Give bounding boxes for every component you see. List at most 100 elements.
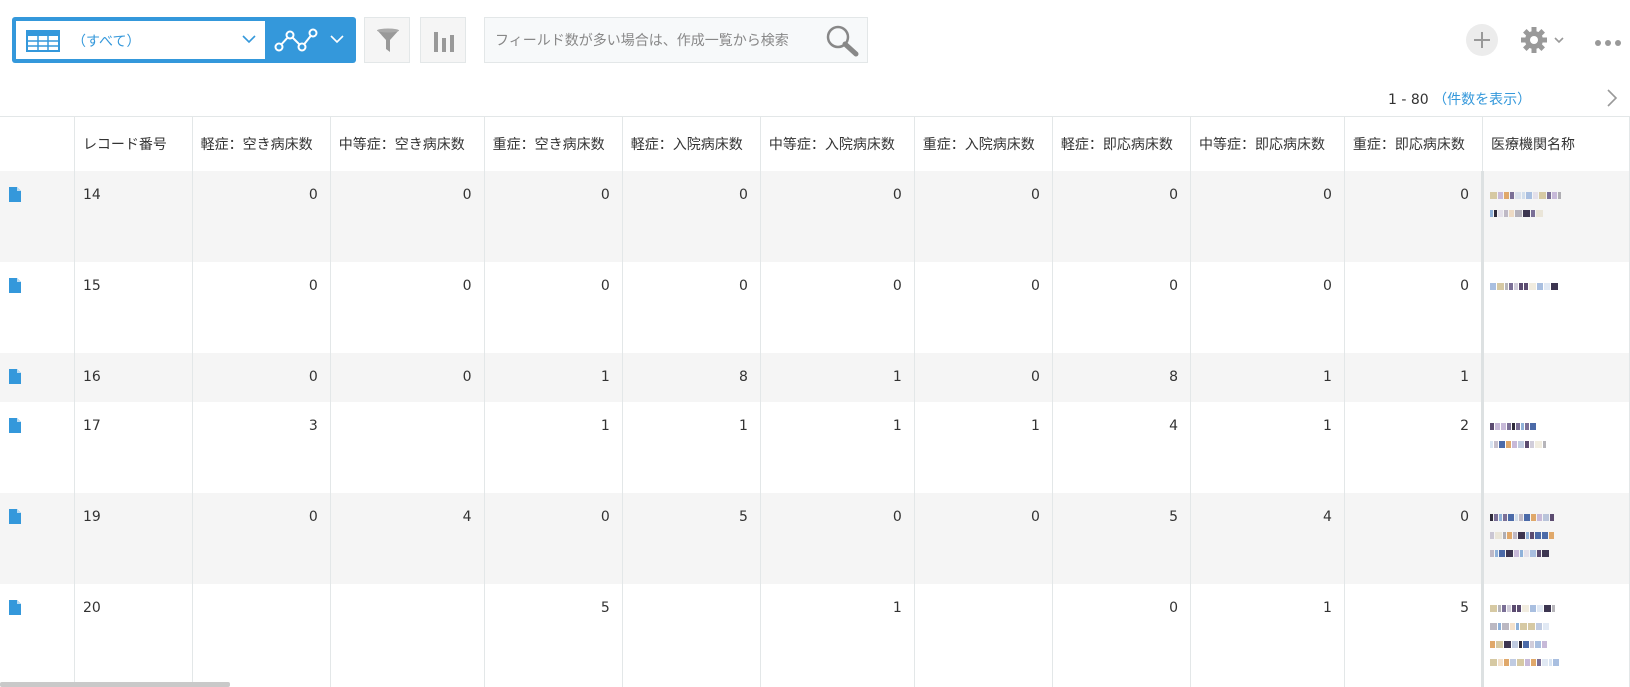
document-icon[interactable]	[9, 509, 21, 524]
more-options-button[interactable]	[1594, 34, 1624, 46]
settings-button[interactable]	[1520, 25, 1568, 55]
numeric-cell: 2	[1344, 402, 1484, 493]
record-detail-cell[interactable]	[0, 353, 75, 402]
table-header-row: レコード番号 軽症：空き病床数 中等症：空き病床数 重症：空き病床数 軽症：入院…	[0, 116, 1630, 171]
document-icon[interactable]	[9, 187, 21, 202]
show-count-link[interactable]: （件数を表示）	[1433, 92, 1531, 108]
numeric-cell: 0	[622, 171, 761, 262]
column-header[interactable]: 中等症：即応病床数	[1190, 116, 1345, 171]
column-header[interactable]: 中等症：入院病床数	[760, 116, 915, 171]
record-number-cell: 14	[74, 171, 193, 262]
table-row[interactable]: 14 0 0 0 0 0 0 0 0 0	[0, 171, 1630, 262]
numeric-cell: 0	[1052, 171, 1192, 262]
add-record-button[interactable]	[1466, 24, 1498, 56]
horizontal-scrollbar[interactable]	[0, 682, 230, 687]
numeric-cell: 1	[484, 353, 623, 402]
chevron-down-icon[interactable]	[330, 35, 344, 44]
table-row[interactable]: 20 5 1 0 1 5	[0, 584, 1630, 687]
numeric-cell: 4	[1190, 493, 1345, 584]
numeric-cell: 0	[1344, 493, 1484, 584]
numeric-cell: 8	[622, 353, 761, 402]
hospital-name-cell	[1481, 171, 1630, 262]
column-header[interactable]: 中等症：空き病床数	[330, 116, 485, 171]
filter-button[interactable]	[364, 17, 410, 63]
document-icon[interactable]	[9, 600, 21, 615]
numeric-cell: 0	[330, 262, 485, 353]
column-header[interactable]: 軽症：入院病床数	[622, 116, 761, 171]
magnifier-icon[interactable]	[825, 25, 861, 57]
numeric-cell: 8	[1052, 353, 1192, 402]
plus-icon	[1474, 32, 1490, 48]
table-row[interactable]: 15 0 0 0 0 0 0 0 0 0	[0, 262, 1630, 353]
line-graph-icon	[274, 28, 318, 52]
numeric-cell: 0	[192, 171, 331, 262]
document-icon[interactable]	[9, 369, 21, 384]
redacted-text	[1490, 509, 1621, 527]
ellipsis-icon	[1595, 40, 1621, 46]
numeric-cell: 0	[760, 262, 915, 353]
column-header[interactable]: 重症：空き病床数	[484, 116, 623, 171]
numeric-cell: 0	[484, 262, 623, 353]
hospital-name-cell	[1481, 402, 1630, 493]
hospital-name-cell	[1481, 353, 1630, 402]
chevron-right-icon[interactable]	[1605, 88, 1619, 108]
record-detail-cell[interactable]	[0, 584, 75, 687]
search-input[interactable]	[493, 28, 807, 54]
numeric-cell	[192, 584, 331, 687]
table-row[interactable]: 17 3 1 1 1 1 4 1 2	[0, 402, 1630, 493]
graph-button[interactable]	[274, 25, 324, 55]
numeric-cell: 1	[622, 402, 761, 493]
column-header[interactable]: 軽症：即応病床数	[1052, 116, 1192, 171]
redacted-text	[1490, 436, 1621, 454]
column-header	[0, 116, 75, 171]
column-header[interactable]: 重症：入院病床数	[914, 116, 1053, 171]
table-row[interactable]: 19 0 4 0 5 0 0 5 4 0	[0, 493, 1630, 584]
numeric-cell: 0	[622, 262, 761, 353]
numeric-cell: 1	[1344, 353, 1484, 402]
numeric-cell: 0	[484, 493, 623, 584]
document-icon[interactable]	[9, 278, 21, 293]
graph-chart-button[interactable]	[420, 17, 466, 63]
column-header[interactable]: レコード番号	[74, 116, 193, 171]
redacted-text	[1490, 654, 1621, 672]
numeric-cell: 5	[484, 584, 623, 687]
numeric-cell: 5	[1344, 584, 1484, 687]
numeric-cell: 1	[760, 402, 915, 493]
hospital-name-cell	[1481, 493, 1630, 584]
document-icon[interactable]	[9, 418, 21, 433]
table-row[interactable]: 16 0 0 1 8 1 0 8 1 1	[0, 353, 1630, 402]
numeric-cell: 5	[1052, 493, 1192, 584]
numeric-cell	[914, 584, 1053, 687]
chevron-down-icon	[242, 35, 256, 44]
record-list: レコード番号 軽症：空き病床数 中等症：空き病床数 重症：空き病床数 軽症：入院…	[0, 116, 1630, 687]
records-table: レコード番号 軽症：空き病床数 中等症：空き病床数 重症：空き病床数 軽症：入院…	[0, 116, 1630, 687]
pager: 1 - 80 （件数を表示）	[1388, 89, 1531, 109]
record-detail-cell[interactable]	[0, 171, 75, 262]
record-number-cell: 19	[74, 493, 193, 584]
funnel-icon	[377, 28, 399, 52]
numeric-cell: 5	[622, 493, 761, 584]
numeric-cell: 0	[760, 171, 915, 262]
column-header[interactable]: 医療機関名称	[1482, 116, 1630, 171]
numeric-cell	[330, 402, 485, 493]
record-detail-cell[interactable]	[0, 402, 75, 493]
record-detail-cell[interactable]	[0, 262, 75, 353]
numeric-cell: 1	[1190, 584, 1345, 687]
numeric-cell: 0	[1190, 262, 1345, 353]
redacted-text	[1490, 418, 1621, 436]
redacted-text	[1490, 545, 1621, 563]
column-header[interactable]: 重症：即応病床数	[1344, 116, 1484, 171]
numeric-cell	[622, 584, 761, 687]
numeric-cell: 0	[914, 171, 1053, 262]
numeric-cell: 0	[1052, 584, 1192, 687]
numeric-cell: 0	[330, 171, 485, 262]
numeric-cell: 0	[192, 262, 331, 353]
redacted-text	[1490, 636, 1621, 654]
view-dropdown[interactable]: （すべて）	[16, 21, 265, 59]
record-detail-cell[interactable]	[0, 493, 75, 584]
redacted-text	[1490, 527, 1621, 545]
numeric-cell: 1	[1190, 402, 1345, 493]
redacted-text	[1490, 205, 1621, 223]
numeric-cell: 0	[1344, 171, 1484, 262]
column-header[interactable]: 軽症：空き病床数	[192, 116, 331, 171]
